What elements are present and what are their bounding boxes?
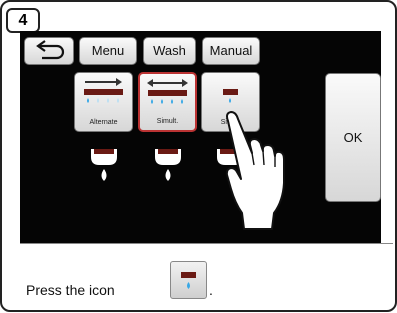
wash-button[interactable]: Wash bbox=[143, 37, 196, 65]
manual-button[interactable]: Manual bbox=[202, 37, 260, 65]
nozzle-indicator-2-icon bbox=[155, 149, 181, 181]
simult-label: Simult. bbox=[156, 118, 179, 125]
alternate-label: Alternate bbox=[89, 119, 118, 126]
simult-mode-icon bbox=[147, 79, 188, 104]
control-screen: Menu Wash Manual Alternate Simult. OK bbox=[20, 31, 381, 243]
caption-text: Press the icon bbox=[26, 282, 115, 298]
menu-button[interactable]: Menu bbox=[79, 37, 137, 65]
back-arrow-icon bbox=[36, 40, 65, 60]
back-button[interactable] bbox=[24, 37, 74, 65]
alternate-mode-icon bbox=[84, 78, 123, 103]
pointing-hand-icon bbox=[225, 111, 285, 230]
mode-simult-button[interactable]: Simult. bbox=[138, 72, 197, 132]
caption-period: . bbox=[209, 282, 213, 298]
single-mode-reference-icon bbox=[170, 261, 207, 299]
ok-button[interactable]: OK bbox=[325, 73, 381, 202]
mode-alternate-button[interactable]: Alternate bbox=[74, 72, 133, 132]
instruction-caption: Press the icon . bbox=[20, 243, 393, 313]
instruction-panel: 4 Menu Wash Manual Alternate Simult. OK … bbox=[0, 0, 397, 312]
nozzle-indicator-1-icon bbox=[91, 149, 117, 181]
step-number-badge: 4 bbox=[6, 8, 40, 33]
